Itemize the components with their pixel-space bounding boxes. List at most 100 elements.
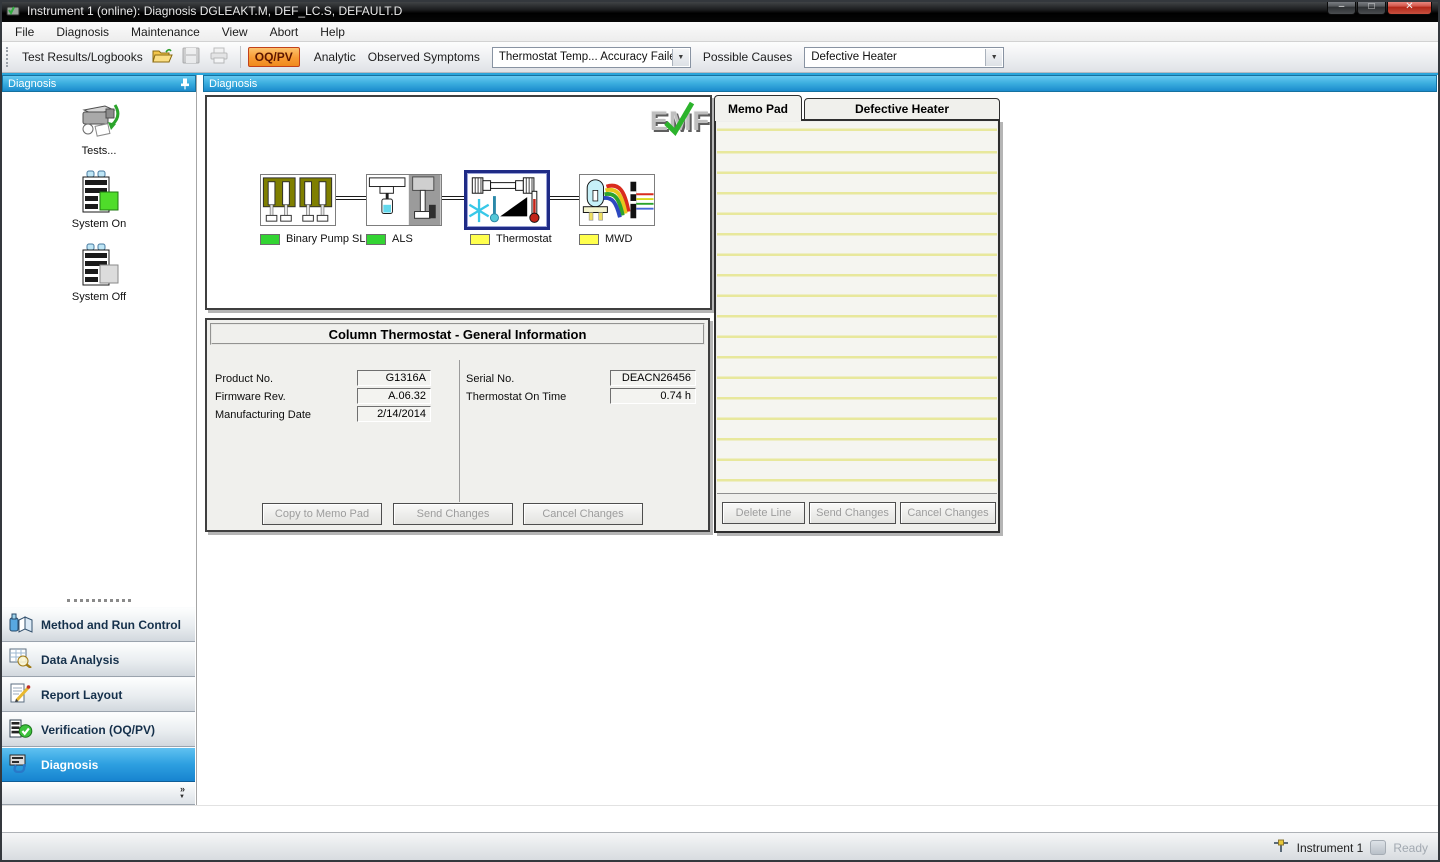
nav-diagnosis[interactable]: Diagnosis bbox=[2, 747, 195, 782]
memo-tabs: Memo Pad Defective Heater bbox=[714, 95, 1000, 120]
possible-causes-label: Possible Causes bbox=[703, 50, 792, 64]
nav-data-analysis[interactable]: Data Analysis bbox=[2, 642, 195, 677]
emf-check-icon bbox=[656, 99, 702, 139]
manufacturing-date-field[interactable]: 2/14/2014 bbox=[357, 406, 431, 422]
main-panel-title: Diagnosis bbox=[209, 78, 257, 90]
pin-icon[interactable] bbox=[179, 78, 190, 90]
memo-cancel-changes-button[interactable]: Cancel Changes bbox=[900, 502, 996, 524]
tab-memo-pad[interactable]: Memo Pad bbox=[714, 95, 802, 121]
module-als[interactable] bbox=[366, 174, 442, 226]
close-button[interactable]: ✕ bbox=[1387, 0, 1432, 15]
restore-button[interactable]: □ bbox=[1357, 0, 1386, 15]
possible-causes-value: Defective Heater bbox=[811, 51, 897, 63]
method-run-control-icon bbox=[9, 613, 33, 636]
system-off-icon bbox=[77, 243, 121, 290]
main-panel-header: Diagnosis bbox=[203, 75, 1437, 92]
instrument-connector-icon bbox=[1272, 838, 1290, 857]
nav-method-run-control[interactable]: Method and Run Control bbox=[2, 607, 195, 642]
module-status: ALS bbox=[366, 233, 413, 245]
menu-abort[interactable]: Abort bbox=[259, 23, 310, 41]
chevron-down-icon[interactable]: ▼ bbox=[672, 49, 689, 66]
observed-symptoms-select[interactable]: Thermostat Temp... Accuracy Failed ▼ bbox=[492, 47, 691, 68]
chevron-down-icon[interactable]: ▼ bbox=[985, 49, 1002, 66]
menu-file[interactable]: File bbox=[4, 23, 45, 41]
toolbar: Test Results/Logbooks OQ/PV Analytic Obs… bbox=[0, 42, 1440, 73]
memo-pad-text-area[interactable] bbox=[717, 122, 997, 494]
status-square bbox=[260, 234, 280, 245]
module-label: ALS bbox=[392, 233, 413, 245]
menu-maintenance[interactable]: Maintenance bbox=[120, 23, 211, 41]
firmware-rev-field[interactable]: A.06.32 bbox=[357, 388, 431, 404]
module-label: Binary Pump SL bbox=[286, 233, 365, 245]
chevron-down-icon: ▼ bbox=[179, 793, 185, 801]
module-mwd[interactable] bbox=[579, 174, 655, 226]
toolbar-grip[interactable] bbox=[6, 47, 10, 67]
app-icon bbox=[6, 3, 21, 20]
menu-help[interactable]: Help bbox=[309, 23, 356, 41]
toolbar-separator bbox=[240, 46, 241, 68]
system-off-label: System Off bbox=[72, 291, 126, 303]
status-square bbox=[579, 234, 599, 245]
copy-to-memo-pad-button[interactable]: Copy to Memo Pad bbox=[262, 503, 382, 525]
memo-panel: Memo Pad Defective Heater Delete Line Se… bbox=[714, 95, 1000, 533]
diagnosis-icon bbox=[9, 753, 33, 776]
system-off-tool[interactable]: System Off bbox=[72, 243, 126, 303]
system-on-tool[interactable]: System On bbox=[72, 170, 126, 230]
manufacturing-date-label: Manufacturing Date bbox=[215, 409, 311, 421]
tab-defective-heater[interactable]: Defective Heater bbox=[804, 98, 1000, 120]
serial-no-field[interactable]: DEACN26456 bbox=[610, 370, 696, 386]
emf-status: EMF bbox=[650, 103, 708, 141]
column-divider bbox=[459, 360, 460, 502]
save-button[interactable] bbox=[179, 46, 203, 68]
statusbar-ready-label: Ready bbox=[1393, 841, 1428, 855]
thermostat-on-time-field[interactable]: 0.74 h bbox=[610, 388, 696, 404]
module-label: MWD bbox=[605, 233, 633, 245]
flow-connector bbox=[336, 196, 370, 200]
open-folder-button[interactable] bbox=[151, 46, 175, 68]
ready-state-icon bbox=[1370, 840, 1386, 855]
title-bar: Instrument 1 (online): Diagnosis DGLEAKT… bbox=[0, 0, 1440, 22]
oqpv-badge[interactable]: OQ/PV bbox=[248, 47, 300, 67]
info-panel-title: Column Thermostat - General Information bbox=[210, 323, 705, 345]
nav-label: Report Layout bbox=[41, 688, 122, 702]
cancel-changes-button[interactable]: Cancel Changes bbox=[523, 503, 643, 525]
product-no-field[interactable]: G1316A bbox=[357, 370, 431, 386]
sidebar-panel-header: Diagnosis bbox=[2, 75, 196, 92]
menu-bar: File Diagnosis Maintenance View Abort He… bbox=[0, 22, 1440, 42]
status-bar: Instrument 1 Ready bbox=[0, 832, 1440, 862]
nav-report-layout[interactable]: Report Layout bbox=[2, 677, 195, 712]
nav-verification-oqpv[interactable]: Verification (OQ/PV) bbox=[2, 712, 195, 747]
chevron-more-icon: » bbox=[180, 785, 185, 793]
delete-line-button[interactable]: Delete Line bbox=[722, 502, 805, 524]
tests-tool[interactable]: Tests... bbox=[75, 99, 123, 157]
thermostat-on-time-label: Thermostat On Time bbox=[466, 391, 566, 403]
send-changes-button[interactable]: Send Changes bbox=[393, 503, 513, 525]
flow-connector bbox=[442, 196, 466, 200]
menu-diagnosis[interactable]: Diagnosis bbox=[45, 23, 120, 41]
logbooks-label: Test Results/Logbooks bbox=[22, 50, 143, 64]
nav-label: Diagnosis bbox=[41, 758, 98, 772]
module-label: Thermostat bbox=[496, 233, 552, 245]
minimize-button[interactable]: – bbox=[1327, 0, 1356, 15]
tests-label: Tests... bbox=[82, 145, 117, 157]
module-status: Binary Pump SL bbox=[260, 233, 365, 245]
system-diagram-panel: EMF bbox=[205, 95, 712, 310]
menu-view[interactable]: View bbox=[211, 23, 259, 41]
module-thermostat[interactable] bbox=[464, 170, 550, 230]
nav-overflow-button[interactable]: » ▼ bbox=[2, 782, 195, 805]
possible-causes-select[interactable]: Defective Heater ▼ bbox=[804, 47, 1004, 68]
analytic-label: Analytic bbox=[314, 50, 356, 64]
window-title: Instrument 1 (online): Diagnosis DGLEAKT… bbox=[27, 4, 402, 18]
firmware-rev-label: Firmware Rev. bbox=[215, 391, 286, 403]
tests-icon bbox=[75, 99, 123, 144]
statusbar-instrument-label: Instrument 1 bbox=[1297, 841, 1364, 855]
memo-send-changes-button[interactable]: Send Changes bbox=[809, 502, 896, 524]
memo-body: Delete Line Send Changes Cancel Changes bbox=[714, 119, 1000, 533]
sidebar-splitter-handle[interactable] bbox=[67, 599, 131, 602]
print-button[interactable] bbox=[207, 46, 231, 68]
module-binary-pump[interactable] bbox=[260, 174, 336, 226]
system-on-icon bbox=[77, 170, 121, 217]
status-square bbox=[470, 234, 490, 245]
folder-open-icon bbox=[152, 47, 173, 67]
system-on-label: System On bbox=[72, 218, 126, 230]
